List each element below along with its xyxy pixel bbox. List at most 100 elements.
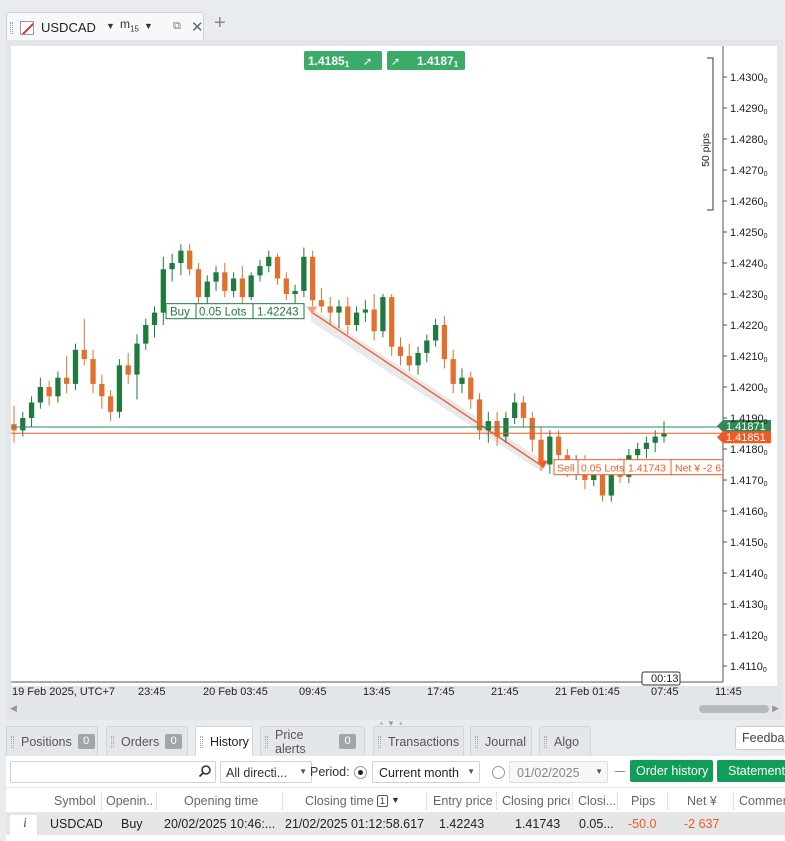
info-icon[interactable]: i bbox=[10, 815, 38, 835]
scroll-left-icon[interactable]: ◀ bbox=[10, 703, 17, 714]
candle-body bbox=[134, 343, 140, 375]
buy-marker-price: 1.42243 bbox=[257, 307, 299, 319]
timeframe-dropdown-icon[interactable]: ▼ bbox=[144, 21, 153, 31]
column-divider[interactable] bbox=[667, 792, 668, 809]
candle-body bbox=[406, 356, 412, 366]
tab-history[interactable]: History bbox=[195, 726, 253, 756]
price-tick-subdigit: 0 bbox=[763, 667, 767, 674]
price-tick-label: 1.41300 bbox=[730, 599, 768, 612]
buy-quote-button[interactable]: ➚ 1.41871 bbox=[387, 51, 465, 70]
column-divider[interactable] bbox=[617, 792, 618, 809]
drag-handle-icon[interactable] bbox=[265, 736, 268, 748]
scroll-right-icon[interactable]: ▶ bbox=[772, 703, 779, 714]
price-tick-subdigit: 0 bbox=[764, 202, 768, 209]
sell-quote-button[interactable]: 1.41851 ➚ bbox=[304, 51, 382, 70]
row-closing-price: 1.41743 bbox=[515, 817, 561, 831]
column-divider[interactable] bbox=[156, 792, 157, 809]
tab-algo[interactable]: Algo bbox=[539, 726, 591, 756]
candle-body bbox=[635, 449, 641, 456]
col-closing-price[interactable]: Closing price bbox=[502, 794, 570, 808]
drag-handle-icon[interactable] bbox=[200, 736, 203, 748]
drag-handle-icon[interactable] bbox=[475, 736, 478, 748]
table-row[interactable]: i USDCAD Buy 20/02/2025 10:46:... 21/02/… bbox=[6, 813, 785, 835]
drag-handle-icon[interactable] bbox=[10, 22, 13, 34]
candle-body bbox=[301, 256, 307, 291]
candle-body bbox=[239, 278, 246, 298]
column-divider[interactable] bbox=[496, 792, 497, 809]
col-net[interactable]: Net ¥ bbox=[687, 794, 721, 808]
period-radio-current[interactable] bbox=[354, 766, 367, 779]
candle-body bbox=[529, 418, 535, 440]
column-divider[interactable] bbox=[733, 792, 734, 809]
col-symbol[interactable]: Symbol bbox=[54, 794, 102, 808]
period-radio-date[interactable] bbox=[492, 766, 505, 779]
symbol-label[interactable]: USDCAD bbox=[41, 20, 96, 35]
candle-body bbox=[81, 349, 87, 360]
candle-body bbox=[643, 442, 650, 449]
col-opening-side[interactable]: Openin.. bbox=[106, 794, 152, 808]
sell-quote-pipette: 1 bbox=[345, 60, 350, 69]
candle-body bbox=[661, 433, 667, 437]
col-closing-time[interactable]: Closing time bbox=[305, 794, 375, 808]
drag-handle-icon[interactable] bbox=[111, 736, 114, 748]
timeframe-selector[interactable]: m15 bbox=[120, 17, 139, 33]
price-tick-label: 1.41100 bbox=[730, 661, 767, 674]
column-divider[interactable] bbox=[572, 792, 573, 809]
col-entry-price[interactable]: Entry price bbox=[433, 794, 495, 808]
drag-handle-icon[interactable] bbox=[378, 736, 381, 748]
candle-body bbox=[160, 269, 166, 313]
popout-icon[interactable]: ⧉ bbox=[173, 20, 181, 33]
tab-orders[interactable]: Orders 0 bbox=[106, 726, 188, 756]
candle-body bbox=[283, 278, 289, 294]
direction-select[interactable]: All directi... ▼ bbox=[220, 761, 312, 783]
symbol-dropdown-icon[interactable]: ▼ bbox=[106, 21, 115, 31]
price-tick-subdigit: 0 bbox=[764, 171, 768, 178]
col-closing-volume[interactable]: Closi... bbox=[578, 794, 616, 808]
candle-body bbox=[72, 349, 79, 384]
column-divider[interactable] bbox=[426, 792, 427, 809]
drag-handle-icon[interactable] bbox=[544, 736, 547, 748]
period-label: Period: bbox=[310, 765, 350, 779]
column-divider[interactable] bbox=[282, 792, 283, 809]
column-divider[interactable] bbox=[101, 792, 102, 809]
tab-positions[interactable]: Positions 0 bbox=[6, 726, 98, 756]
price-tick-subdigit: 0 bbox=[764, 605, 768, 612]
candle-body bbox=[37, 387, 43, 403]
count-badge: 0 bbox=[165, 734, 183, 749]
scrollbar-thumb[interactable] bbox=[699, 705, 769, 713]
time-tick-label: 19 Feb 2025, UTC+7 bbox=[12, 686, 115, 698]
feedback-button[interactable]: Feedba bbox=[735, 726, 785, 750]
price-tick-label: 1.41800 bbox=[730, 444, 768, 457]
search-input[interactable] bbox=[10, 761, 216, 783]
count-badge: 0 bbox=[339, 734, 356, 749]
price-tick-subdigit: 0 bbox=[764, 264, 768, 271]
price-tick-subdigit: 0 bbox=[764, 388, 768, 395]
search-icon[interactable] bbox=[198, 764, 212, 778]
time-tick-label: 20 Feb 03:45 bbox=[203, 686, 268, 698]
candle-body bbox=[46, 387, 52, 397]
drag-handle-icon[interactable] bbox=[11, 736, 14, 748]
tab-journal[interactable]: Journal bbox=[470, 726, 532, 756]
col-pips[interactable]: Pips bbox=[631, 794, 661, 808]
col-comment[interactable]: Commer bbox=[739, 794, 785, 808]
candle-body bbox=[652, 436, 658, 443]
close-tab-icon[interactable]: ✕ bbox=[191, 18, 204, 36]
sell-marker-lots: 0.05 Lots bbox=[581, 463, 624, 475]
statement-button[interactable]: Statement bbox=[717, 760, 785, 782]
price-tick-subdigit: 0 bbox=[764, 450, 768, 457]
chart-horizontal-scrollbar[interactable]: ◀ ▶ bbox=[6, 702, 783, 716]
period-select[interactable]: Current month ▼ bbox=[372, 761, 480, 783]
col-opening-time[interactable]: Opening time bbox=[184, 794, 264, 808]
tab-transactions[interactable]: Transactions bbox=[373, 726, 464, 756]
tab-price-alerts[interactable]: Price alerts 0 bbox=[260, 726, 365, 756]
chart-tab-usdcad[interactable]: USDCAD ▼ m15 ▼ ⧉ ✕ bbox=[6, 12, 204, 40]
candle-body bbox=[292, 290, 298, 294]
new-tab-button[interactable]: + bbox=[214, 12, 226, 35]
candle-body bbox=[397, 346, 404, 356]
price-tick-subdigit: 0 bbox=[764, 481, 768, 488]
candle-body bbox=[476, 399, 483, 431]
sort-desc-icon[interactable]: ▼ bbox=[391, 795, 400, 805]
price-chart[interactable]: 1.418711.41851 1.430001.429001.428001.42… bbox=[6, 40, 783, 704]
date-field[interactable]: 01/02/2025 ▼ bbox=[509, 761, 608, 783]
order-history-button[interactable]: Order history bbox=[630, 760, 713, 782]
